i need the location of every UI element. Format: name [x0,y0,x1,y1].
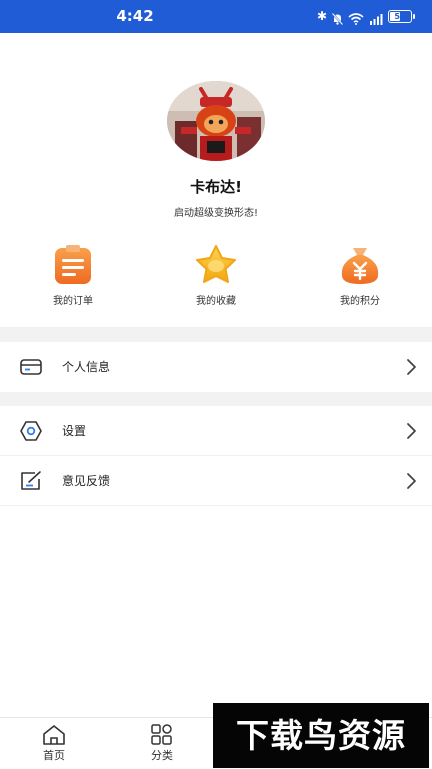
username: 卡布达! [190,178,242,196]
battery-icon: 50 [388,9,415,23]
section-gap [0,327,432,342]
avatar[interactable] [167,81,265,161]
edit-icon [19,469,43,493]
quick-action-label: 我的积分 [340,296,380,307]
quick-action-label: 我的收藏 [196,296,236,307]
nav-item-category[interactable]: 分类 [132,724,192,763]
menu-item-profile-info[interactable]: 个人信息 [0,342,432,392]
chevron-right-icon [406,357,418,377]
home-icon [41,724,67,746]
star-icon [194,244,238,286]
menu-item-settings[interactable]: 设置 [0,406,432,456]
quick-action-points[interactable]: 我的积分 [320,244,400,307]
grid-icon [149,724,175,746]
menu-item-label: 个人信息 [62,360,111,374]
watermark: 下载鸟资源 [213,703,429,768]
bluetooth-icon: ✱ [316,9,327,23]
status-bar: 4:42 ✱ 50 [0,0,432,33]
menu-item-feedback[interactable]: 意见反馈 [0,456,432,506]
tagline: 启动超级变换形态! [173,208,258,219]
status-icons: ✱ 50 [316,9,415,26]
signal-icon [369,10,383,25]
order-icon [51,244,95,286]
card-icon [19,355,43,379]
status-time: 4:42 [116,7,154,25]
nav-label: 分类 [151,749,173,762]
menu-item-label: 意见反馈 [62,474,111,488]
nav-label: 首页 [43,749,65,762]
quick-action-label: 我的订单 [53,296,93,307]
gear-icon [19,419,43,443]
bell-muted-icon [331,10,344,26]
chevron-right-icon [406,421,418,441]
chevron-right-icon [406,471,418,491]
quick-action-orders[interactable]: 我的订单 [33,244,113,307]
battery-level: 50 [394,11,406,21]
menu-item-label: 设置 [62,424,87,438]
divider [0,505,432,506]
nav-item-home[interactable]: 首页 [24,724,84,763]
section-gap [0,392,432,406]
wifi-icon [348,10,364,25]
quick-action-favorites[interactable]: 我的收藏 [176,244,256,307]
money-bag-icon [338,244,382,286]
